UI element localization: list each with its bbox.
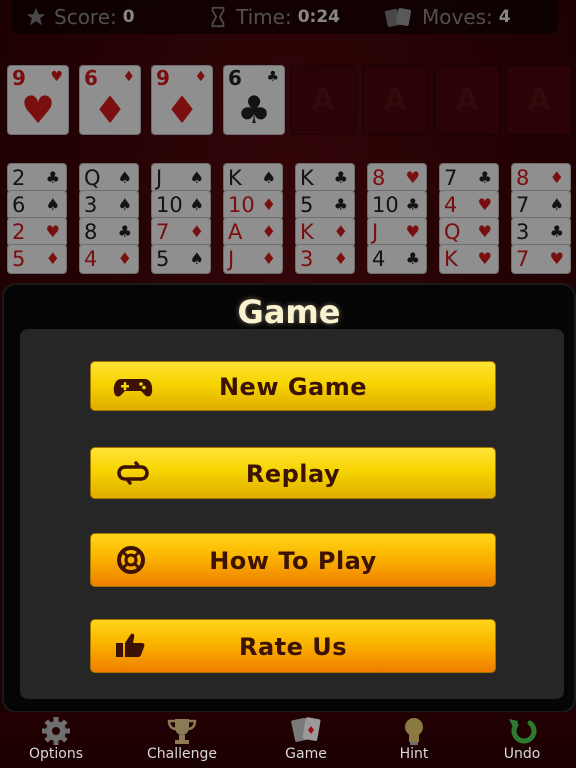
- undo-icon: [509, 719, 537, 744]
- game-button[interactable]: Game: [256, 712, 356, 768]
- challenge-label: Challenge: [147, 746, 217, 762]
- new-game-button[interactable]: New Game: [90, 361, 496, 411]
- rate-us-label: Rate Us: [238, 633, 348, 661]
- game-dialog: Game New Game Replay How To Play Rate Us: [4, 285, 574, 711]
- game-label: Game: [285, 746, 327, 762]
- undo-label: Undo: [503, 746, 541, 762]
- lightbulb-icon: [405, 718, 423, 745]
- replay-label: Replay: [245, 460, 341, 488]
- options-button[interactable]: Options: [6, 712, 106, 768]
- replay-button[interactable]: Replay: [90, 447, 496, 499]
- cards-icon: [291, 717, 321, 742]
- challenge-button[interactable]: Challenge: [132, 712, 232, 768]
- options-label: Options: [28, 746, 84, 762]
- dialog-body: New Game Replay How To Play Rate Us: [20, 329, 564, 699]
- rate-us-button[interactable]: Rate Us: [90, 619, 496, 673]
- hint-label: Hint: [399, 746, 429, 762]
- new-game-label: New Game: [218, 373, 368, 401]
- how-to-play-label: How To Play: [209, 547, 377, 575]
- gear-icon: [42, 717, 70, 745]
- hint-button[interactable]: Hint: [364, 712, 464, 768]
- dialog-title: Game: [237, 293, 341, 331]
- undo-button[interactable]: Undo: [472, 712, 572, 768]
- how-to-play-button[interactable]: How To Play: [90, 533, 496, 587]
- trophy-icon: [167, 719, 197, 744]
- bottom-toolbar: Options Challenge Game Hint Undo: [0, 712, 576, 768]
